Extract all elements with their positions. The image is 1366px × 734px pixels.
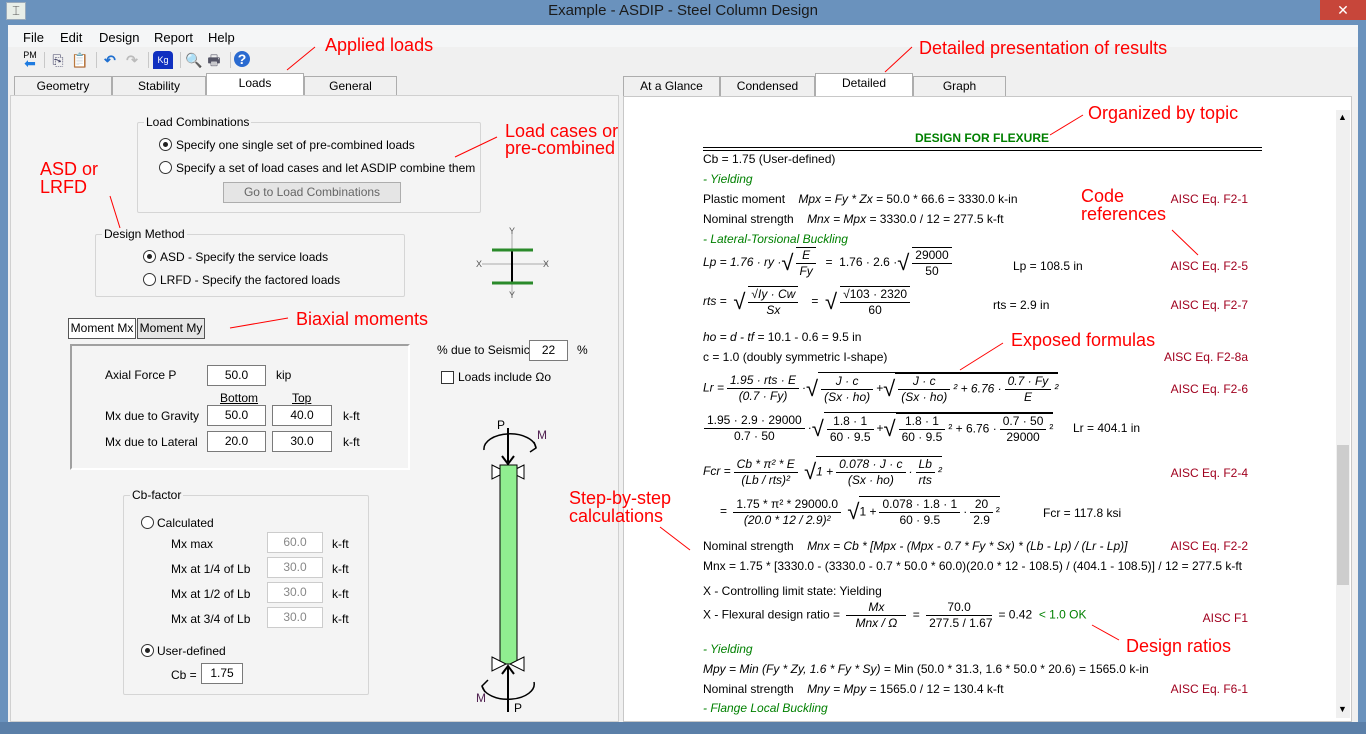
annotation-step-by-step: calculations [569,506,664,526]
annotation-code-references: Code [1081,186,1125,206]
annotation-design-ratios: Design ratios [1126,636,1232,656]
annotation-biaxial-moments: Biaxial moments [296,309,429,329]
annotation-asd-lrfd: ASD or [40,159,99,179]
annotation-applied-loads: Applied loads [325,35,434,55]
taskbar [0,722,1366,734]
annotation-detailed-results: Detailed presentation of results [919,38,1168,58]
annotation-code-references: references [1081,204,1167,224]
annotation-asd-lrfd: LRFD [40,177,88,197]
annotation-organized-by-topic: Organized by topic [1088,103,1239,123]
annotation-step-by-step: Step-by-step [569,488,672,508]
annotation-exposed-formulas: Exposed formulas [1011,330,1156,350]
annotation-load-cases: pre-combined [505,138,616,158]
